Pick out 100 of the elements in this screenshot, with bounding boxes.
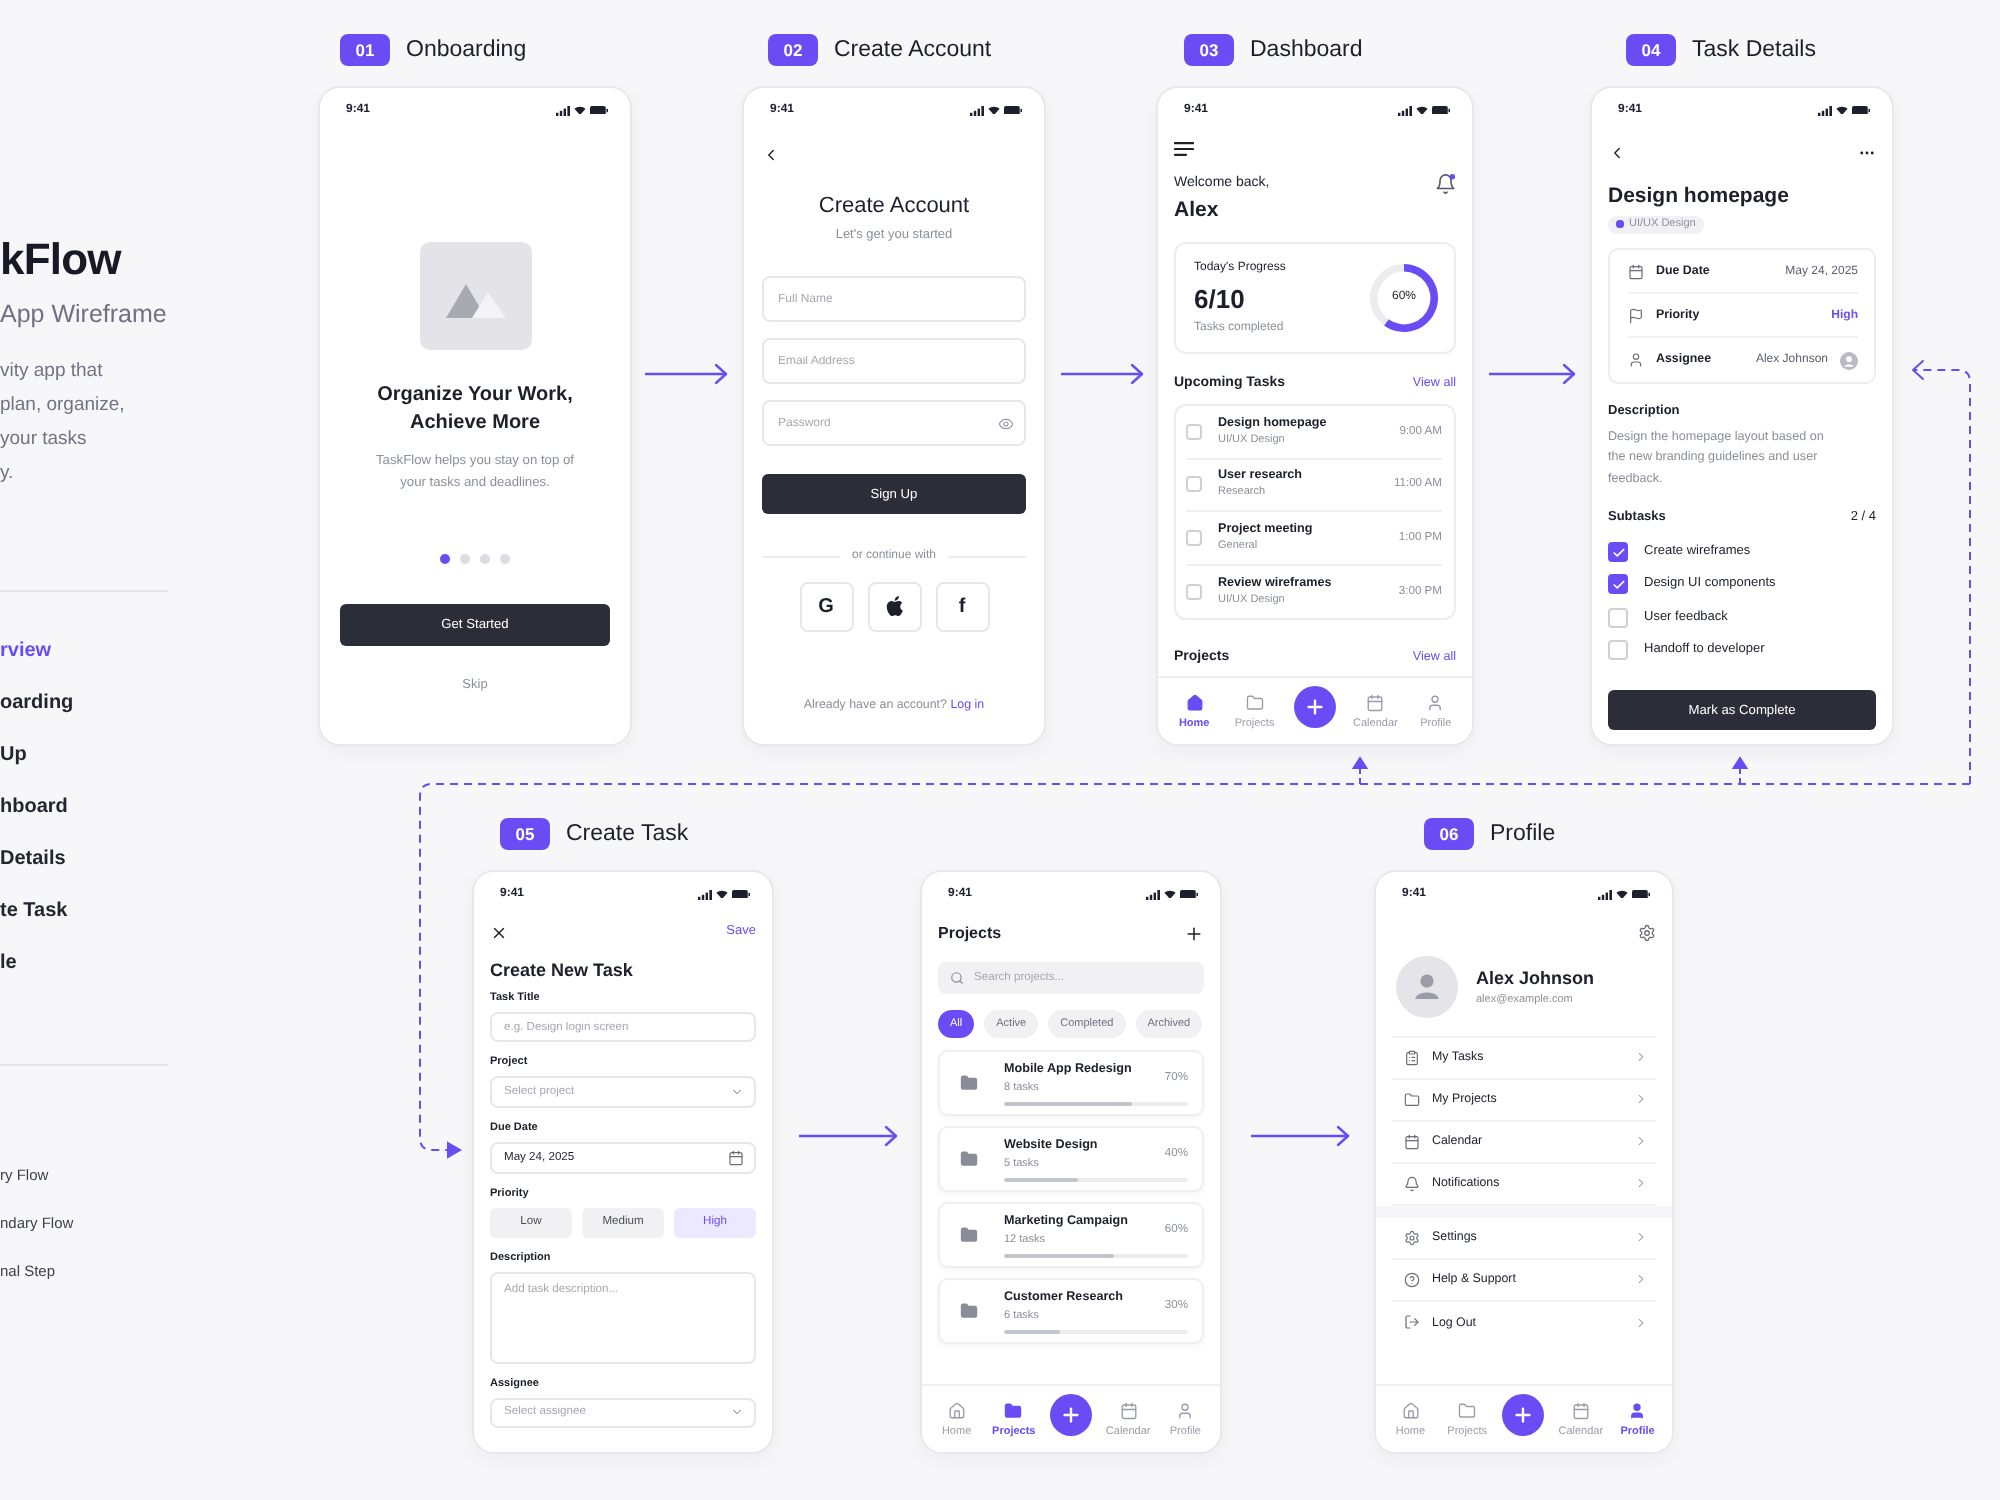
battery-icon <box>1632 889 1650 899</box>
folder-icon <box>1245 693 1264 711</box>
add-button[interactable] <box>1049 1393 1092 1435</box>
signal-icon <box>1818 105 1832 115</box>
user-name: Alex <box>1174 197 1219 223</box>
nav-link[interactable]: oarding <box>0 678 74 730</box>
task-heading: Design homepage <box>1608 183 1789 209</box>
help-icon <box>1404 1271 1420 1287</box>
logout-icon <box>1404 1314 1420 1330</box>
step-title: Create Account <box>834 36 992 64</box>
battery-icon <box>1180 889 1198 899</box>
plus-icon <box>1059 1403 1082 1425</box>
step-number-badge: 02 <box>768 34 818 66</box>
home-icon <box>1401 1401 1420 1419</box>
step-title: Task Details <box>1692 36 1816 64</box>
chevron-down-icon <box>730 1084 744 1099</box>
task-checkbox[interactable] <box>1186 529 1202 546</box>
app-title: kFlow <box>0 232 121 288</box>
home-icon <box>1185 693 1204 711</box>
step-title: Dashboard <box>1250 36 1363 64</box>
nav-link[interactable]: te Task <box>0 886 68 938</box>
chevron-right-icon <box>1634 1315 1648 1329</box>
task-checkbox[interactable] <box>1186 476 1202 493</box>
wifi-icon <box>1416 105 1428 115</box>
battery-icon <box>1432 105 1450 115</box>
user-icon <box>1176 1401 1195 1419</box>
nav-link[interactable]: Details <box>0 834 66 886</box>
flow-arrow <box>644 363 728 385</box>
form-heading: Create New Task <box>490 958 633 982</box>
folder-icon <box>1458 1401 1477 1419</box>
chevron-right-icon <box>1634 1272 1648 1286</box>
user-icon <box>1426 693 1445 711</box>
subtask-checkbox[interactable] <box>1608 574 1628 595</box>
wifi-icon <box>1616 889 1628 899</box>
eye-icon[interactable] <box>998 415 1014 431</box>
chevron-down-icon <box>730 1405 744 1420</box>
folder-icon <box>1004 1401 1023 1419</box>
image-placeholder-icon <box>419 242 531 350</box>
check-icon <box>1611 577 1625 592</box>
nav-link[interactable]: hboard <box>0 782 68 834</box>
calendar-icon <box>1366 693 1385 711</box>
signal-icon <box>1146 889 1160 899</box>
menu-icon[interactable] <box>1174 141 1194 155</box>
step-title: Create Task <box>566 820 689 848</box>
screen-heading: Projects <box>938 922 1002 946</box>
user-icon <box>1628 1401 1647 1419</box>
settings-icon[interactable] <box>1638 923 1656 941</box>
subtask-checkbox[interactable] <box>1608 542 1628 563</box>
chevron-right-icon <box>1634 1230 1648 1244</box>
social-login-button[interactable] <box>867 582 921 632</box>
screen-heading: Create Account <box>818 192 970 220</box>
back-icon[interactable] <box>762 145 780 163</box>
chevron-right-icon <box>1634 1050 1648 1064</box>
wifi-icon <box>1836 105 1848 115</box>
flow-arrow <box>1060 363 1144 385</box>
back-icon[interactable] <box>1608 143 1626 161</box>
chevron-right-icon <box>1634 1176 1648 1190</box>
battery-icon <box>1852 105 1870 115</box>
avatar-icon <box>1840 351 1858 369</box>
onboarding-heading: Organize Your Work, Achieve More <box>375 382 575 438</box>
nav-link[interactable]: Up <box>0 730 27 782</box>
chevron-right-icon <box>1634 1092 1648 1106</box>
signal-icon <box>1398 105 1412 115</box>
app-description: vity app that plan, organize, your tasks y. <box>0 358 125 488</box>
social-login-button[interactable]: f <box>935 582 989 632</box>
flow-arrow <box>798 1125 898 1147</box>
check-icon <box>1611 545 1625 560</box>
avatar-icon <box>1396 956 1458 1018</box>
signal-icon <box>1598 889 1612 899</box>
step-title: Onboarding <box>406 36 527 64</box>
home-icon <box>947 1401 966 1419</box>
step-number-badge: 05 <box>500 818 550 850</box>
settings-icon <box>1404 1229 1420 1245</box>
signal-icon <box>556 105 570 115</box>
nav-link[interactable]: le <box>0 938 17 990</box>
step-number-badge: 01 <box>340 34 390 66</box>
signal-icon <box>698 889 712 899</box>
task-checkbox[interactable] <box>1186 423 1202 440</box>
folder-icon <box>960 1150 978 1168</box>
task-checkbox[interactable] <box>1186 583 1202 600</box>
nav-link[interactable]: rview <box>0 626 52 678</box>
calendar-icon <box>728 1149 744 1165</box>
bell-icon <box>1404 1175 1420 1191</box>
add-button[interactable] <box>1293 685 1336 727</box>
user-icon <box>1628 352 1644 368</box>
plus-icon <box>1512 1403 1535 1425</box>
folder-icon <box>1404 1091 1420 1107</box>
search-icon <box>950 971 964 985</box>
battery-icon <box>1004 105 1022 115</box>
close-icon[interactable] <box>490 923 508 941</box>
chevron-right-icon <box>1634 1134 1648 1148</box>
notification-bell-icon[interactable] <box>1436 174 1456 194</box>
calendar-icon <box>1404 1133 1420 1149</box>
step-title: Profile <box>1490 820 1556 848</box>
add-icon[interactable] <box>1184 924 1204 944</box>
add-button[interactable] <box>1502 1393 1545 1435</box>
step-number-badge: 03 <box>1184 34 1234 66</box>
social-login-button[interactable]: G <box>799 582 853 632</box>
signal-icon <box>970 105 984 115</box>
wifi-icon <box>1164 889 1176 899</box>
